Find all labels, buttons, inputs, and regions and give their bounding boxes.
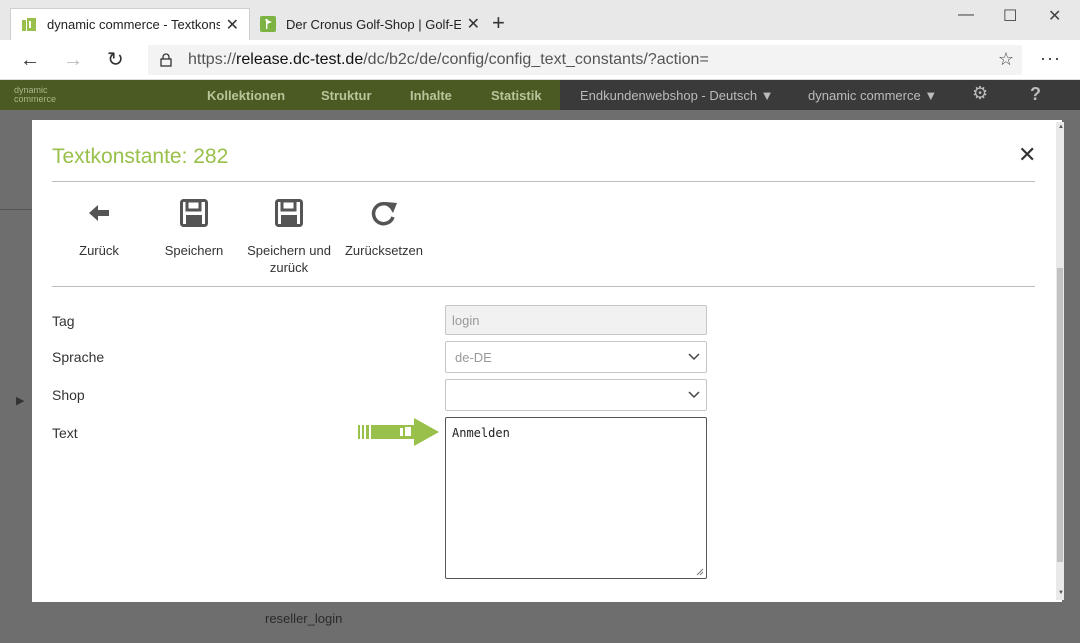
save-button-label: Speichern <box>164 243 224 258</box>
golf-flag-favicon-icon <box>260 16 276 32</box>
chevron-down-icon <box>688 353 700 361</box>
expand-arrow-icon[interactable]: ▶ <box>16 394 24 407</box>
close-icon[interactable]: ✕ <box>1018 144 1036 166</box>
browser-tab-active[interactable]: dynamic commerce - Textkonsta ✕ <box>10 8 250 40</box>
app-header: dynamic commerce Kollektionen Struktur In… <box>0 80 1080 110</box>
browser-tab-inactive[interactable]: Der Cronus Golf-Shop | Golf-Equ ✕ <box>250 8 490 40</box>
save-and-back-button[interactable]: Speichern und zurück <box>241 198 337 276</box>
favorite-star-icon[interactable]: ☆ <box>998 49 1014 70</box>
dynamic-commerce-favicon-icon <box>22 17 36 31</box>
nav-item-struktur[interactable]: Struktur <box>321 88 372 103</box>
save-disk-icon <box>180 199 208 227</box>
tag-label: Tag <box>52 313 75 329</box>
tab-close-icon[interactable]: ✕ <box>226 15 239 35</box>
url-text: https://release.dc-test.de/dc/b2c/de/con… <box>188 51 709 68</box>
reset-button[interactable]: Zurücksetzen <box>336 198 432 259</box>
save-disk-icon <box>275 199 303 227</box>
green-arrow-pointer-icon <box>358 418 439 446</box>
address-bar-row: ← → ↻ https://release.dc-test.de/dc/b2c/… <box>0 40 1080 80</box>
reload-icon[interactable]: ↻ <box>107 48 124 72</box>
save-button[interactable]: Speichern <box>146 198 242 259</box>
tab-title: Der Cronus Golf-Shop | Golf-Equ <box>286 16 461 32</box>
shop-selector[interactable]: Endkundenwebshop - Deutsch ▼ <box>580 88 774 103</box>
background-row-text: reseller_login <box>265 611 343 626</box>
nav-item-statistik[interactable]: Statistik <box>491 88 542 103</box>
text-constant-dialog: Textkonstante: 282 ✕ Zurück Speichern Sp… <box>32 120 1062 602</box>
scroll-up-icon[interactable]: ▲ <box>1058 124 1064 130</box>
new-tab-icon[interactable]: + <box>492 12 505 34</box>
save-and-back-label: Speichern und zurück <box>247 243 331 275</box>
more-menu-icon[interactable]: ··· <box>1040 48 1061 69</box>
url-field[interactable]: https://release.dc-test.de/dc/b2c/de/con… <box>148 45 1022 75</box>
company-selector[interactable]: dynamic commerce ▼ <box>808 88 937 103</box>
resize-grip-icon[interactable] <box>696 568 704 576</box>
browser-tab-bar: dynamic commerce - Textkonsta ✕ Der Cron… <box>0 0 1080 40</box>
settings-gear-icon[interactable]: ⚙ <box>972 83 988 104</box>
text-textarea[interactable]: Anmelden <box>445 417 707 579</box>
tag-input[interactable]: login <box>445 305 707 335</box>
shop-label: Shop <box>52 387 85 403</box>
language-select-value: de-DE <box>455 350 492 365</box>
minimize-icon[interactable]: — <box>958 6 974 24</box>
scroll-down-icon[interactable]: ▼ <box>1058 590 1064 596</box>
help-icon[interactable]: ? <box>1030 84 1041 105</box>
text-label: Text <box>52 425 78 441</box>
background-divider <box>0 209 32 210</box>
title-divider <box>52 181 1035 182</box>
dialog-scrollbar-thumb[interactable] <box>1057 268 1063 562</box>
header-right-panel: Endkundenwebshop - Deutsch ▼ dynamic com… <box>560 80 1080 110</box>
language-label: Sprache <box>52 349 105 365</box>
back-button-label: Zurück <box>79 243 119 258</box>
maximize-icon[interactable]: ☐ <box>1003 6 1017 26</box>
back-icon[interactable]: ← <box>20 48 40 72</box>
shop-select[interactable] <box>445 379 707 411</box>
tab-title: dynamic commerce - Textkonsta <box>47 17 220 32</box>
window-close-icon[interactable]: ✕ <box>1048 6 1061 26</box>
back-button[interactable]: Zurück <box>51 198 147 259</box>
tab-close-icon[interactable]: ✕ <box>467 14 480 34</box>
text-value: Anmelden <box>452 426 510 440</box>
toolbar-divider <box>52 286 1035 287</box>
lock-icon <box>160 53 172 67</box>
arrow-left-icon <box>89 205 109 221</box>
forward-icon[interactable]: → <box>63 48 83 72</box>
reset-button-label: Zurücksetzen <box>344 243 424 258</box>
nav-item-inhalte[interactable]: Inhalte <box>410 88 452 103</box>
app-logo[interactable]: dynamic commerce <box>14 86 56 104</box>
redo-refresh-icon <box>371 201 397 226</box>
dialog-title: Textkonstante: 282 <box>52 145 229 168</box>
nav-item-kollektionen[interactable]: Kollektionen <box>207 88 285 103</box>
language-select[interactable]: de-DE <box>445 341 707 373</box>
chevron-down-icon <box>688 391 700 399</box>
